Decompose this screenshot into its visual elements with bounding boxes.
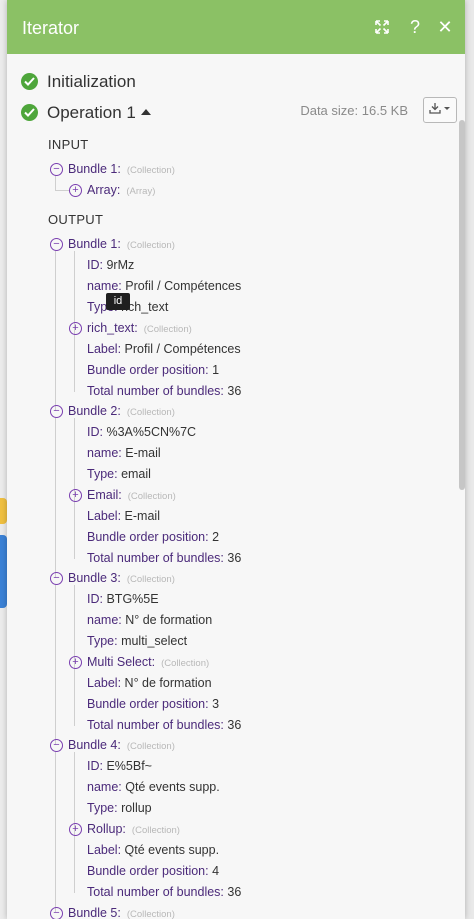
initialization-check-icon xyxy=(21,73,38,90)
bundle-header: Bundle 1: (Collection) xyxy=(68,237,175,251)
bundle-type-row: Type: email xyxy=(87,467,151,481)
expand-icon[interactable]: + xyxy=(69,656,82,669)
scrollbar[interactable] xyxy=(459,120,465,490)
panel-title: Iterator xyxy=(22,18,80,38)
bundle-total-row: Total number of bundles: 36 xyxy=(87,885,242,899)
operation-label[interactable]: Operation 1 xyxy=(47,103,136,123)
bundle-header: Bundle 2: (Collection) xyxy=(68,404,175,418)
expand-icon[interactable]: + xyxy=(69,489,82,502)
bundle-name-row: name: N° de formation xyxy=(87,613,213,627)
bundle-label-row: Label: N° de formation xyxy=(87,676,212,690)
expand-icon[interactable]: + xyxy=(69,322,82,335)
iterator-panel: Iterator ? ✕ Initialization Operation 1 … xyxy=(7,0,465,919)
initialization-label[interactable]: Initialization xyxy=(47,72,136,92)
bundle-position-row: Bundle order position: 3 xyxy=(87,697,220,711)
bundle-header: Bundle 4: (Collection) xyxy=(68,738,175,752)
bundle-total-row: Total number of bundles: 36 xyxy=(87,551,242,565)
input-array-row: Array: (Array) xyxy=(87,183,156,197)
bundle-id-row: ID: 9rMz xyxy=(87,258,135,272)
bundle-position-row: Bundle order position: 1 xyxy=(87,363,220,377)
bundle-position-row: Bundle order position: 2 xyxy=(87,530,220,544)
bundle-item-row: rich_text: (Collection) xyxy=(87,321,192,335)
tooltip: id xyxy=(106,293,130,310)
download-button[interactable] xyxy=(423,97,457,123)
collapse-icon[interactable]: − xyxy=(50,238,63,251)
bundle-label-row: Label: Profil / Compétences xyxy=(87,342,241,356)
input-section-label: INPUT xyxy=(48,137,89,152)
bundle-position-row: Bundle order position: 4 xyxy=(87,864,220,878)
input-bundle-row: Bundle 1: (Collection) xyxy=(68,162,175,176)
collapse-icon[interactable]: − xyxy=(50,907,63,919)
bundle-type-row: Type: rollup xyxy=(87,801,152,815)
background-module-yellow xyxy=(0,498,7,524)
bundle-name-row: name: E-mail xyxy=(87,446,161,460)
expand-icon[interactable]: + xyxy=(69,823,82,836)
help-icon[interactable]: ? xyxy=(405,16,425,38)
bundle-item-row: Rollup: (Collection) xyxy=(87,822,180,836)
close-icon[interactable]: ✕ xyxy=(435,16,455,38)
collapse-icon[interactable]: − xyxy=(50,739,63,752)
bundle-name-row: name: Qté events supp. xyxy=(87,780,220,794)
bundle-item-row: Email: (Collection) xyxy=(87,488,176,502)
bundle-id-row: ID: E%5Bf~ xyxy=(87,759,152,773)
panel-header: Iterator ? ✕ xyxy=(7,0,465,54)
bundle-header: Bundle 5: (Collection) xyxy=(68,906,175,919)
bundle-header: Bundle 3: (Collection) xyxy=(68,571,175,585)
collapse-icon[interactable]: − xyxy=(50,163,63,176)
bundle-id-row: ID: BTG%5E xyxy=(87,592,159,606)
bundle-id-row: ID: %3A%5CN%7C xyxy=(87,425,197,439)
expand-icon[interactable] xyxy=(372,16,392,38)
data-size: Data size: 16.5 KB xyxy=(300,103,408,118)
bundle-label-row: Label: Qté events supp. xyxy=(87,843,220,857)
bundle-label-row: Label: E-mail xyxy=(87,509,160,523)
collapse-icon[interactable]: − xyxy=(50,572,63,585)
bundle-type-row: Type: multi_select xyxy=(87,634,188,648)
bundle-total-row: Total number of bundles: 36 xyxy=(87,384,242,398)
download-icon xyxy=(429,103,450,114)
operation-check-icon xyxy=(21,104,38,121)
background-module-blue xyxy=(0,535,7,608)
collapse-caret-icon[interactable] xyxy=(141,109,151,115)
output-section-label: OUTPUT xyxy=(48,212,104,227)
expand-icon[interactable]: + xyxy=(69,184,82,197)
collapse-icon[interactable]: − xyxy=(50,405,63,418)
bundle-total-row: Total number of bundles: 36 xyxy=(87,718,242,732)
bundle-item-row: Multi Select: (Collection) xyxy=(87,655,210,669)
